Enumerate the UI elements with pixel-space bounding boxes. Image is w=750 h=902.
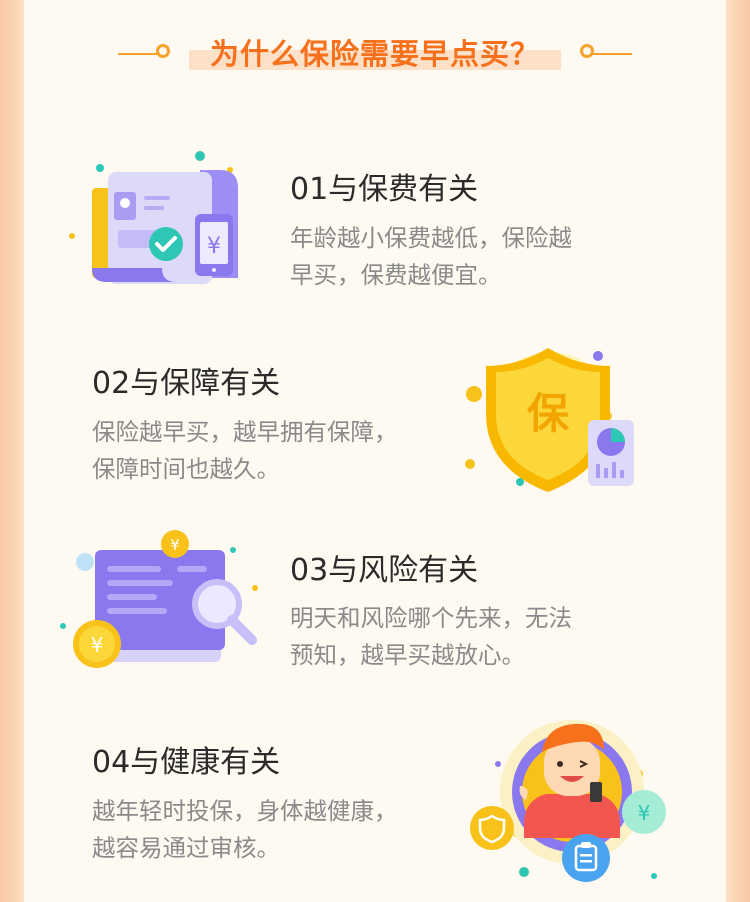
section-1-body-line-1: 年龄越小保费越低，保险越 [290,224,572,252]
section-2-body-line-1: 保险越早买，越早拥有保障， [92,418,398,446]
deco-dot [230,547,236,553]
section-4-title: 04与健康有关 [92,745,281,780]
svg-text:¥: ¥ [91,633,104,657]
deco-dot [96,164,104,172]
shield-coin-icon [470,806,514,850]
section-2-title: 02与保障有关 [92,366,281,401]
svg-text:¥: ¥ [638,801,651,825]
deco-dot [69,233,75,239]
document-phone-illustration: ¥ [69,151,238,284]
header-deco-circle-right [580,44,594,58]
deco-dot [651,873,657,879]
section-4-body-line-2: 越容易通过审核。 [92,834,280,862]
deco-dot [465,459,475,469]
person-phone [590,782,602,802]
check-badge-icon [149,227,183,261]
deco-dot [252,585,258,591]
page-title: 为什么保险需要早点买？ [209,37,540,71]
page-header: 为什么保险需要早点买？ [0,34,750,74]
yuan-symbol: ¥ [207,234,221,259]
deco-dot [76,553,94,571]
section-3-body-line-2: 预知，越早买越放心。 [290,641,525,669]
deco-dot [466,386,482,402]
section-2-body-line-2: 保障时间也越久。 [92,455,280,483]
ledger-magnifier-illustration: ¥ ¥ [60,530,258,668]
person-shirt [524,794,620,838]
section-3-body-line-1: 明天和风险哪个先来，无法 [290,604,572,632]
header-deco-line-right [592,53,632,55]
clipboard-icon [562,834,610,882]
section-4-body-line-1: 越年轻时投保，身体越健康， [92,797,398,825]
shield-illustration: 保 [465,348,634,492]
deco-dot [195,151,205,161]
section-1-body-line-2: 早买，保费越便宜。 [290,261,502,289]
deco-dot [593,351,603,361]
deco-dot [60,623,66,629]
svg-text:¥: ¥ [170,536,180,554]
section-1-title: 01与保费有关 [290,172,479,207]
section-3-title: 03与风险有关 [290,553,479,588]
healthy-person-illustration: ¥ [470,720,666,882]
shield-character: 保 [527,389,570,438]
deco-dot [495,761,501,767]
deco-dot [519,867,529,877]
